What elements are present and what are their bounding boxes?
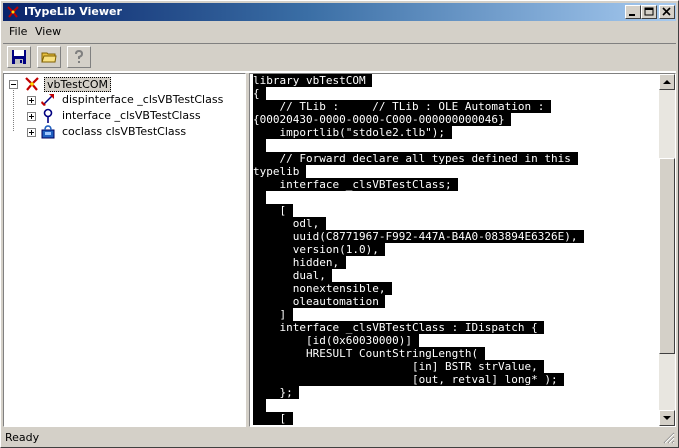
- code-line[interactable]: dual,: [253, 269, 333, 282]
- idl-code-view[interactable]: library vbTestCOM { // TLib : // TLib : …: [249, 73, 676, 427]
- typelib-icon: [25, 77, 39, 91]
- code-line[interactable]: [: [253, 204, 293, 217]
- tree-node-label: interface _clsVBTestClass: [62, 109, 201, 122]
- code-line[interactable]: [id(0x60030000)]: [253, 334, 419, 347]
- scroll-thumb[interactable]: [659, 158, 675, 354]
- tree-node-label: coclass clsVBTestClass: [62, 125, 187, 138]
- code-line[interactable]: [253, 139, 267, 152]
- interface-icon: [43, 108, 53, 123]
- tree-node-interface[interactable]: interface _clsVBTestClass: [25, 108, 243, 124]
- menu-view[interactable]: View: [35, 25, 61, 38]
- code-line[interactable]: {00020430-0000-0000-C000-000000000046}: [253, 113, 512, 126]
- app-icon: [7, 6, 19, 18]
- menu-bar: File View: [3, 23, 676, 41]
- title-bar[interactable]: ITypeLib Viewer: [3, 3, 676, 21]
- expand-toggle[interactable]: [27, 96, 36, 105]
- code-line[interactable]: uuid(C8771967-F992-447A-B4A0-083894E6326…: [253, 230, 585, 243]
- main-window: ITypeLib Viewer File View vbTestCOM disp…: [0, 0, 679, 448]
- close-icon: [662, 7, 671, 16]
- arrow-up-icon: [663, 80, 671, 84]
- open-button[interactable]: [37, 46, 61, 68]
- code-line[interactable]: // Forward declare all types defined in …: [253, 152, 578, 165]
- code-line[interactable]: [253, 399, 267, 412]
- window-title: ITypeLib Viewer: [24, 5, 122, 18]
- maximize-icon: [644, 7, 654, 16]
- code-line[interactable]: {: [253, 87, 267, 100]
- coclass-icon: [41, 125, 55, 139]
- resize-grip-icon[interactable]: [663, 432, 675, 444]
- minimize-icon: [629, 14, 635, 16]
- tree-node-dispinterface[interactable]: dispinterface _clsVBTestClass: [25, 92, 243, 108]
- code-line[interactable]: interface _clsVBTestClass;: [253, 178, 459, 191]
- help-button[interactable]: [67, 46, 91, 68]
- scroll-down-button[interactable]: [659, 410, 675, 426]
- toolbar: [3, 43, 676, 73]
- close-button[interactable]: [659, 5, 675, 19]
- tree-node-coclass[interactable]: coclass clsVBTestClass: [25, 124, 243, 140]
- code-line[interactable]: nonextensible,: [253, 282, 393, 295]
- code-line[interactable]: odl,: [253, 217, 326, 230]
- help-icon: [75, 49, 84, 63]
- tree-node-label: dispinterface _clsVBTestClass: [62, 93, 224, 106]
- code-line[interactable]: importlib("stdole2.tlb");: [253, 126, 452, 139]
- status-text: Ready: [5, 431, 40, 444]
- menu-file[interactable]: File: [9, 25, 27, 38]
- vertical-scrollbar[interactable]: [659, 74, 675, 426]
- code-line[interactable]: oleautomation: [253, 295, 386, 308]
- code-line[interactable]: version(1.0),: [253, 243, 386, 256]
- code-line[interactable]: [out, retval] long* );: [253, 373, 565, 386]
- code-line[interactable]: typelib: [253, 165, 306, 178]
- dispinterface-icon: [41, 94, 54, 106]
- code-line[interactable]: HRESULT CountStringLength(: [253, 347, 485, 360]
- maximize-button[interactable]: [641, 5, 657, 19]
- floppy-disk-icon: [12, 50, 26, 64]
- scroll-up-button[interactable]: [659, 74, 675, 90]
- collapse-toggle[interactable]: [9, 80, 18, 89]
- tree-node-label: vbTestCOM: [44, 77, 111, 92]
- arrow-down-icon: [663, 416, 671, 420]
- code-line[interactable]: [in] BSTR strValue,: [253, 360, 545, 373]
- tree-line: [13, 86, 14, 131]
- code-line[interactable]: // TLib : // TLib : OLE Automation :: [253, 100, 552, 113]
- folder-icon: [41, 52, 57, 63]
- code-line[interactable]: library vbTestCOM: [253, 74, 373, 87]
- status-bar: Ready: [3, 429, 676, 445]
- code-line[interactable]: [253, 191, 267, 204]
- save-button[interactable]: [7, 46, 31, 68]
- code-line[interactable]: [: [253, 412, 293, 425]
- expand-toggle[interactable]: [27, 112, 36, 121]
- code-line[interactable]: hidden,: [253, 256, 346, 269]
- minimize-button[interactable]: [625, 5, 641, 19]
- type-tree[interactable]: vbTestCOM dispinterface _clsVBTestClass …: [3, 73, 246, 427]
- code-line[interactable]: };: [253, 386, 300, 399]
- tree-node-root[interactable]: vbTestCOM: [7, 76, 243, 92]
- code-line[interactable]: ]: [253, 308, 293, 321]
- expand-toggle[interactable]: [27, 128, 36, 137]
- code-line[interactable]: interface _clsVBTestClass : IDispatch {: [253, 321, 545, 334]
